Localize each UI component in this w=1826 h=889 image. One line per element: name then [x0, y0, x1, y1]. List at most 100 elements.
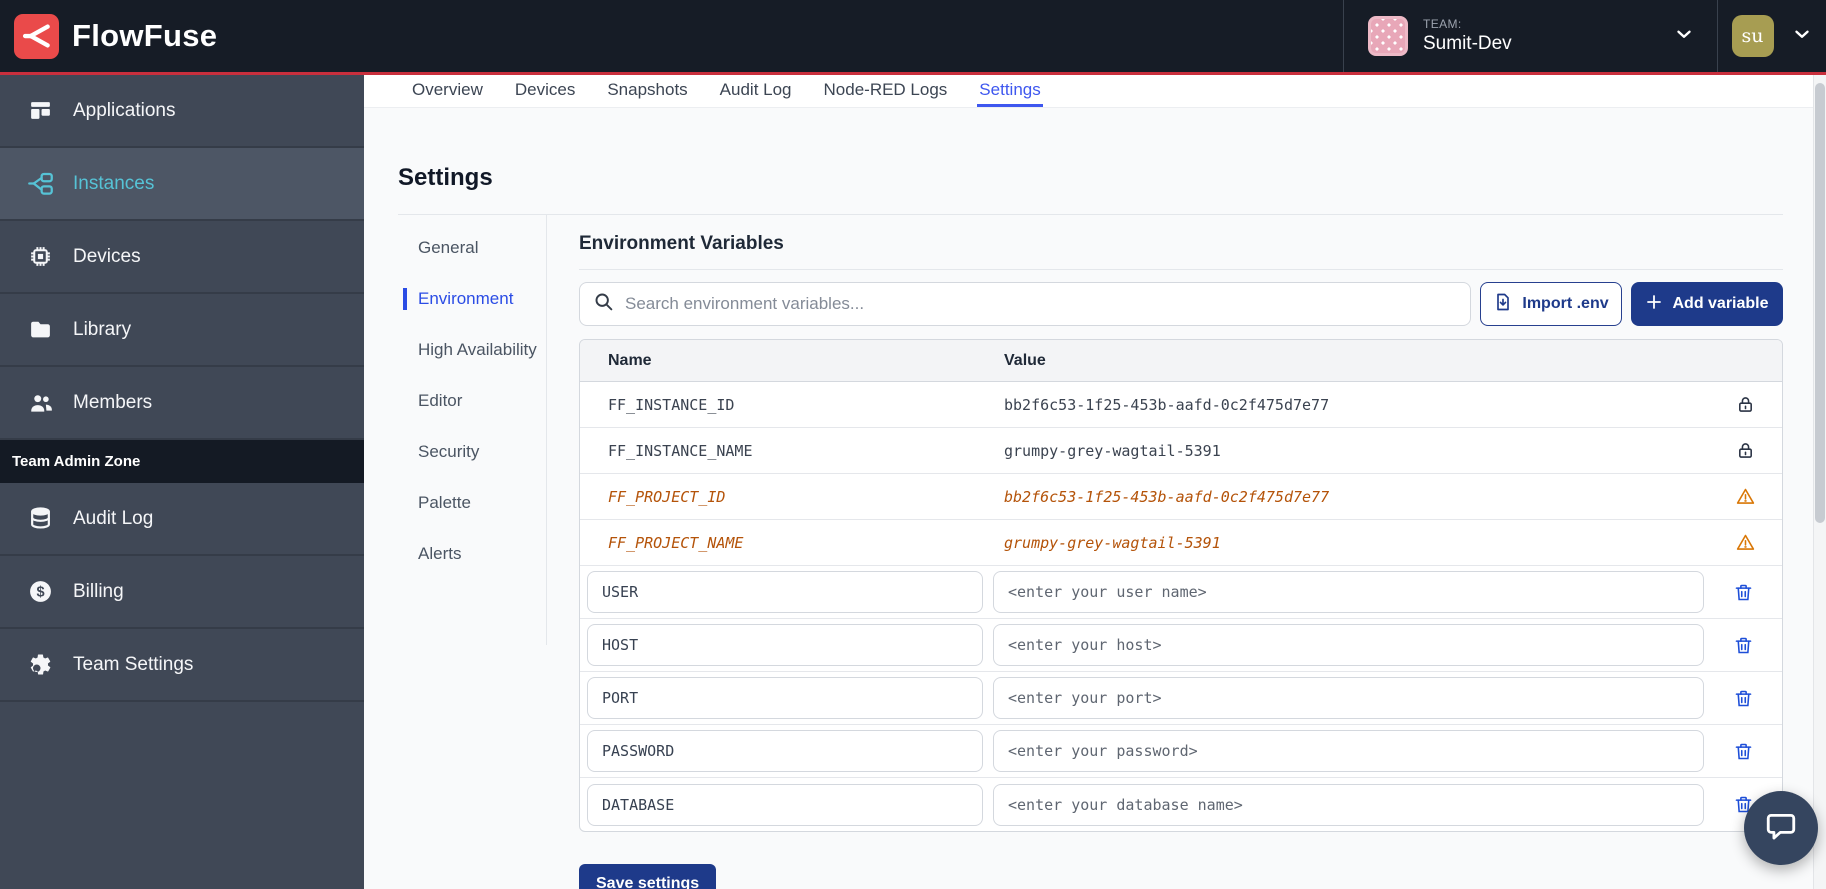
- gear-icon: [27, 651, 54, 678]
- chat-bubble-icon: [1764, 809, 1798, 848]
- sidebar-item-team-settings[interactable]: Team Settings: [0, 629, 364, 702]
- user-menu[interactable]: su: [1718, 0, 1826, 72]
- tab-settings[interactable]: Settings: [977, 75, 1042, 107]
- sidebar-item-devices[interactable]: Devices: [0, 221, 364, 294]
- env-var-name: FF_PROJECT_ID: [580, 488, 990, 506]
- instances-icon: [27, 170, 54, 197]
- env-var-value-input[interactable]: [993, 624, 1704, 666]
- page-title: Settings: [398, 164, 1813, 192]
- svg-text:$: $: [36, 585, 44, 601]
- settings-nav-palette[interactable]: Palette: [403, 492, 546, 514]
- user-avatar: su: [1732, 15, 1774, 57]
- env-var-value: grumpy-grey-wagtail-5391: [990, 534, 1709, 552]
- table-row: FF_PROJECT_NAME grumpy-grey-wagtail-5391: [580, 520, 1782, 566]
- sidebar-item-audit-log[interactable]: Audit Log: [0, 483, 364, 556]
- table-row: FF_PROJECT_ID bb2f6c53-1f25-453b-aafd-0c…: [580, 474, 1782, 520]
- sidebar-item-label: Instances: [73, 173, 154, 195]
- delete-variable-button[interactable]: [1704, 635, 1782, 656]
- tab-snapshots[interactable]: Snapshots: [605, 75, 689, 107]
- app-header: FlowFuse TEAM: Sumit-Dev su: [0, 0, 1826, 72]
- section-divider: [579, 269, 1783, 270]
- env-var-value: bb2f6c53-1f25-453b-aafd-0c2f475d7e77: [990, 396, 1709, 414]
- header-accent-line: [0, 72, 1826, 75]
- settings-nav: General Environment High Availability Ed…: [398, 215, 547, 645]
- dollar-circle-icon: $: [27, 578, 54, 605]
- settings-nav-alerts[interactable]: Alerts: [403, 543, 546, 565]
- settings-nav-high-availability[interactable]: High Availability: [403, 339, 546, 361]
- env-var-value-input[interactable]: [993, 784, 1704, 826]
- chat-launcher-button[interactable]: [1744, 791, 1818, 865]
- sidebar-item-label: Devices: [73, 246, 141, 268]
- env-variables-table: Name Value FF_INSTANCE_ID bb2f6c53-1f25-…: [579, 339, 1783, 832]
- env-var-name-input[interactable]: [587, 624, 983, 666]
- import-env-button[interactable]: Import .env: [1480, 282, 1622, 326]
- team-admin-zone-label: Team Admin Zone: [0, 440, 364, 483]
- settings-page: Settings General Environment High Availa…: [364, 108, 1813, 889]
- sidebar-item-library[interactable]: Library: [0, 294, 364, 367]
- sidebar-item-label: Audit Log: [73, 508, 153, 530]
- env-var-name: FF_INSTANCE_ID: [580, 396, 990, 414]
- sidebar-item-label: Billing: [73, 581, 124, 603]
- env-var-name-input[interactable]: [587, 730, 983, 772]
- env-var-value-input[interactable]: [993, 677, 1704, 719]
- sidebar-item-label: Library: [73, 319, 131, 341]
- folder-icon: [27, 316, 54, 343]
- env-var-value-input[interactable]: [993, 730, 1704, 772]
- sidebar-item-billing[interactable]: $ Billing: [0, 556, 364, 629]
- tab-overview[interactable]: Overview: [410, 75, 485, 107]
- warning-icon: [1709, 532, 1782, 553]
- sidebar-item-applications[interactable]: Applications: [0, 75, 364, 148]
- table-header: Name Value: [580, 340, 1782, 382]
- delete-variable-button[interactable]: [1704, 688, 1782, 709]
- column-header-name: Name: [580, 352, 990, 370]
- settings-nav-security[interactable]: Security: [403, 441, 546, 463]
- page-scrollbar[interactable]: [1813, 75, 1826, 889]
- chevron-down-icon: [1791, 23, 1813, 50]
- lock-icon: [1709, 440, 1782, 461]
- tab-node-red-logs[interactable]: Node-RED Logs: [822, 75, 950, 107]
- tab-devices[interactable]: Devices: [513, 75, 577, 107]
- delete-variable-button[interactable]: [1704, 741, 1782, 762]
- plus-icon: [1645, 293, 1663, 316]
- env-var-name: FF_INSTANCE_NAME: [580, 442, 990, 460]
- search-icon: [593, 291, 614, 317]
- env-var-value-input[interactable]: [993, 571, 1704, 613]
- sidebar-item-instances[interactable]: Instances: [0, 148, 364, 221]
- chip-icon: [27, 243, 54, 270]
- table-row: FF_INSTANCE_NAME grumpy-grey-wagtail-539…: [580, 428, 1782, 474]
- env-var-name-input[interactable]: [587, 571, 983, 613]
- warning-icon: [1709, 486, 1782, 507]
- applications-icon: [27, 97, 54, 124]
- save-settings-button[interactable]: Save settings: [579, 864, 716, 889]
- import-env-label: Import .env: [1522, 295, 1608, 313]
- tab-audit-log[interactable]: Audit Log: [718, 75, 794, 107]
- brand[interactable]: FlowFuse: [0, 14, 217, 59]
- table-row: [580, 672, 1782, 725]
- env-var-name-input[interactable]: [587, 677, 983, 719]
- chevron-down-icon: [1673, 23, 1695, 50]
- sidebar: Applications Instances Devices Library M…: [0, 75, 364, 889]
- settings-nav-general[interactable]: General: [403, 237, 546, 259]
- search-box: [579, 282, 1471, 326]
- table-row: FF_INSTANCE_ID bb2f6c53-1f25-453b-aafd-0…: [580, 382, 1782, 428]
- team-selector[interactable]: TEAM: Sumit-Dev: [1343, 0, 1718, 72]
- sidebar-item-members[interactable]: Members: [0, 367, 364, 440]
- add-variable-button[interactable]: Add variable: [1631, 282, 1783, 326]
- delete-variable-button[interactable]: [1704, 582, 1782, 603]
- search-input[interactable]: [625, 294, 1457, 314]
- table-row: [580, 566, 1782, 619]
- scrollbar-thumb[interactable]: [1815, 83, 1825, 523]
- settings-nav-environment[interactable]: Environment: [403, 288, 546, 310]
- lock-icon: [1709, 394, 1782, 415]
- settings-nav-editor[interactable]: Editor: [403, 390, 546, 412]
- env-var-name-input[interactable]: [587, 784, 983, 826]
- env-var-value: grumpy-grey-wagtail-5391: [990, 442, 1709, 460]
- table-row: [580, 725, 1782, 778]
- team-avatar: [1368, 16, 1408, 56]
- sidebar-item-label: Team Settings: [73, 654, 193, 676]
- table-row: [580, 778, 1782, 831]
- team-name: Sumit-Dev: [1423, 33, 1512, 55]
- database-icon: [27, 505, 54, 532]
- instance-tabbar: Overview Devices Snapshots Audit Log Nod…: [364, 75, 1813, 108]
- table-row: [580, 619, 1782, 672]
